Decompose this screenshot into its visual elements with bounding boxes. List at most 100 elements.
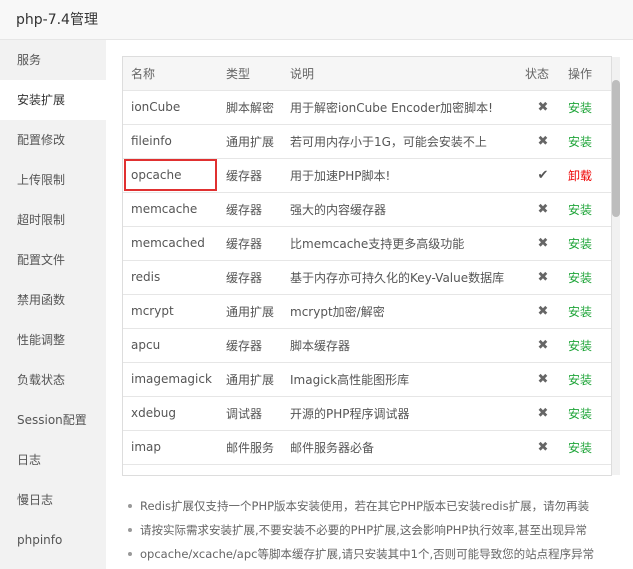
- x-icon: ✖: [537, 269, 549, 285]
- install-link[interactable]: 安装: [568, 305, 592, 319]
- ext-status: ✖: [522, 294, 564, 329]
- install-link[interactable]: 安装: [568, 441, 592, 455]
- x-icon: ✖: [537, 303, 549, 319]
- table-row: opcache 缓存器 用于加速PHP脚本! ✔ 卸载: [123, 158, 611, 193]
- ext-type: 脚本解密: [218, 90, 282, 125]
- sidebar-item[interactable]: 禁用函数: [0, 280, 106, 320]
- ext-type: 通用扩展: [218, 294, 282, 329]
- ext-status: ✖: [522, 192, 564, 227]
- install-link[interactable]: 安装: [568, 373, 592, 387]
- ext-action-cell: 安装: [564, 328, 611, 363]
- header-action: 操作: [564, 57, 611, 91]
- ext-action-cell: 安装: [564, 124, 611, 159]
- sidebar-item[interactable]: phpinfo: [0, 520, 106, 560]
- sidebar-item[interactable]: 慢日志: [0, 480, 106, 520]
- install-link[interactable]: 安装: [568, 271, 592, 285]
- sidebar-item[interactable]: 上传限制: [0, 160, 106, 200]
- ext-name: redis: [123, 260, 218, 295]
- ext-desc: 用于解密ionCube Encoder加密脚本!: [282, 90, 522, 125]
- check-icon: ✔: [537, 167, 549, 183]
- ext-name: imap: [123, 430, 218, 465]
- sidebar-item[interactable]: Session配置: [0, 400, 106, 440]
- ext-name: memcached: [123, 226, 218, 261]
- x-icon: ✖: [537, 439, 549, 455]
- ext-type: 缓存器: [218, 192, 282, 227]
- x-icon: ✖: [537, 235, 549, 251]
- ext-name: apcu: [123, 328, 218, 363]
- ext-status: ✖: [522, 328, 564, 363]
- ext-desc: 开源的PHP程序调试器: [282, 396, 522, 431]
- install-link[interactable]: 安装: [568, 339, 592, 353]
- install-link[interactable]: 安装: [568, 237, 592, 251]
- ext-desc: 脚本缓存器: [282, 328, 522, 363]
- ext-action-cell: 安装: [564, 430, 611, 465]
- ext-type: 缓存器: [218, 260, 282, 295]
- ext-type: 缓存器: [218, 226, 282, 261]
- sidebar-item[interactable]: 负载状态: [0, 360, 106, 400]
- ext-status: ✖: [522, 226, 564, 261]
- table-row: memcached 缓存器 比memcache支持更多高级功能 ✖ 安装: [123, 226, 611, 261]
- table-row: mcrypt 通用扩展 mcrypt加密/解密 ✖ 安装: [123, 294, 611, 329]
- table-row: imap 邮件服务 邮件服务器必备 ✖ 安装: [123, 430, 611, 465]
- ext-desc: 比memcache支持更多高级功能: [282, 226, 522, 261]
- sidebar-item[interactable]: 日志: [0, 440, 106, 480]
- uninstall-link[interactable]: 卸载: [568, 169, 592, 183]
- ext-name: memcache: [123, 192, 218, 227]
- ext-status: ✖: [522, 124, 564, 159]
- ext-name: mcrypt: [123, 294, 218, 329]
- ext-status: ✖: [522, 260, 564, 295]
- table-row: apcu 缓存器 脚本缓存器 ✖ 安装: [123, 328, 611, 363]
- ext-desc: 强大的内容缓存器: [282, 192, 522, 227]
- sidebar: 服务 安装扩展 配置修改 上传限制 超时限制 配置文件 禁用函数 性能调整 负载状态 Sessio…: [0, 40, 106, 569]
- table-row: ionCube 脚本解密 用于解密ionCube Encoder加密脚本! ✖ 安装: [123, 90, 611, 125]
- scrollbar-thumb[interactable]: [612, 80, 620, 217]
- ext-desc: mcrypt加密/解密: [282, 294, 522, 329]
- ext-type: 通用扩展: [218, 124, 282, 159]
- header-type: 类型: [218, 57, 282, 91]
- ext-name: xdebug: [123, 396, 218, 431]
- ext-action-cell: 安装: [564, 396, 611, 431]
- sidebar-item[interactable]: 配置文件: [0, 240, 106, 280]
- ext-status: ✖: [522, 362, 564, 397]
- x-icon: ✖: [537, 133, 549, 149]
- sidebar-item[interactable]: 服务: [0, 40, 106, 80]
- ext-type: 邮件服务: [218, 430, 282, 465]
- ext-type: 缓存器: [218, 328, 282, 363]
- ext-status: ✔: [522, 158, 564, 193]
- install-link[interactable]: 安装: [568, 407, 592, 421]
- table-header-row: 名称 类型 说明 状态 操作: [123, 57, 611, 91]
- x-icon: ✖: [537, 201, 549, 217]
- ext-desc: 邮件服务器必备: [282, 430, 522, 465]
- x-icon: ✖: [537, 405, 549, 421]
- sidebar-item[interactable]: 超时限制: [0, 200, 106, 240]
- ext-action-cell: 安装: [564, 260, 611, 295]
- ext-desc: 若可用内存小于1G，可能会安装不上: [282, 124, 522, 159]
- table-row: redis 缓存器 基于内存亦可持久化的Key-Value数据库 ✖ 安装: [123, 260, 611, 295]
- note-item: 请按实际需求安装扩展,不要安装不必要的PHP扩展,这会影响PHP执行效率,甚至出…: [126, 518, 631, 542]
- ext-name: opcache: [123, 158, 218, 193]
- ext-status: ✖: [522, 430, 564, 465]
- notes-list: Redis扩展仅支持一个PHP版本安装使用，若在其它PHP版本已安装redis扩…: [126, 494, 631, 566]
- table-row: fileinfo 通用扩展 若可用内存小于1G，可能会安装不上 ✖ 安装: [123, 124, 611, 159]
- ext-desc: 用于加速PHP脚本!: [282, 158, 522, 193]
- extension-table-container: 名称 类型 说明 状态 操作 ionCube 脚本解密 用于解密ionCube En…: [122, 56, 612, 476]
- header-desc: 说明: [282, 57, 522, 91]
- ext-action-cell: 安装: [564, 362, 611, 397]
- x-icon: ✖: [537, 337, 549, 353]
- sidebar-item[interactable]: 配置修改: [0, 120, 106, 160]
- ext-type: 调试器: [218, 396, 282, 431]
- sidebar-item[interactable]: 安装扩展: [0, 80, 106, 120]
- table-row: memcache 缓存器 强大的内容缓存器 ✖ 安装: [123, 192, 611, 227]
- install-link[interactable]: 安装: [568, 135, 592, 149]
- ext-action-cell: 安装: [564, 226, 611, 261]
- note-item: Redis扩展仅支持一个PHP版本安装使用，若在其它PHP版本已安装redis扩…: [126, 494, 631, 518]
- ext-type: 通用扩展: [218, 362, 282, 397]
- ext-name: fileinfo: [123, 124, 218, 159]
- sidebar-item[interactable]: 性能调整: [0, 320, 106, 360]
- header-name: 名称: [123, 57, 218, 91]
- ext-name: imagemagick: [123, 362, 218, 397]
- install-link[interactable]: 安装: [568, 101, 592, 115]
- install-link[interactable]: 安装: [568, 203, 592, 217]
- x-icon: ✖: [537, 99, 549, 115]
- ext-status: ✖: [522, 396, 564, 431]
